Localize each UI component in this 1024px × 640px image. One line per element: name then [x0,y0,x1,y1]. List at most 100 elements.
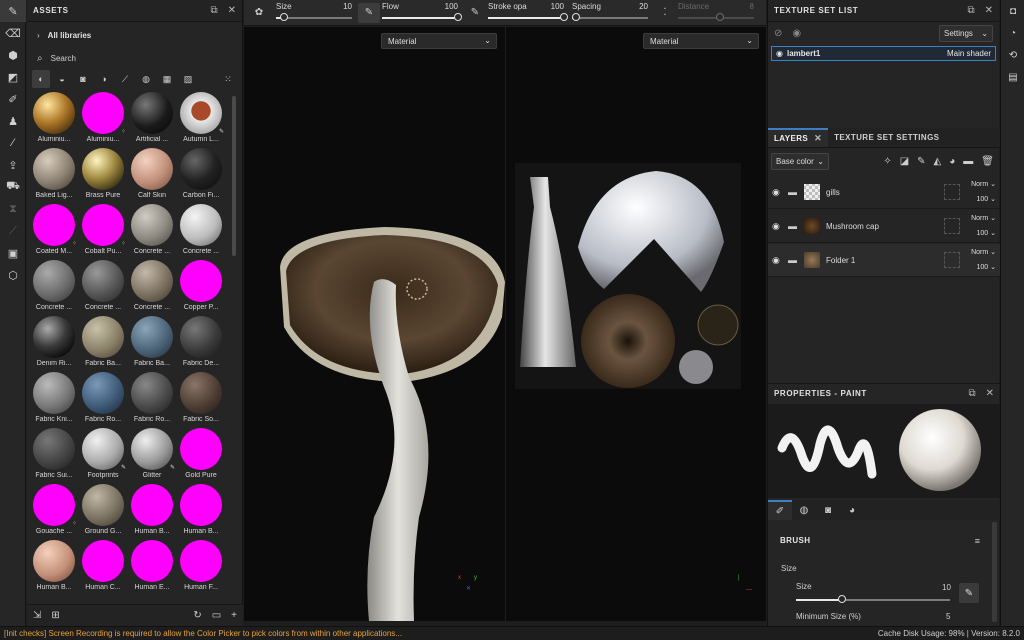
material-tab-icon[interactable]: ◕ [840,500,864,520]
asset-thumbnail[interactable]: Human E... [128,540,176,596]
layer-row[interactable]: ◉ ▬ Mushroom cap Norm ⌄ 100 ⌄ [768,210,1000,243]
asset-thumbnail[interactable]: Human B... [128,484,176,540]
asset-thumbnail[interactable]: Gold Pure [177,428,225,484]
asset-thumbnail[interactable]: Copper P... [177,260,225,316]
smart-material-filter-icon[interactable]: ◒ [53,70,71,88]
lazy-mouse-icon[interactable]: ⁚ [654,7,676,18]
asset-thumbnail[interactable]: Concrete ... [128,260,176,316]
asset-thumbnail[interactable]: Calf Skin [128,148,176,204]
texture-set-settings-select[interactable]: Settings ⌄ [939,24,993,42]
blend-mode-value[interactable]: Norm [971,181,988,188]
asset-thumbnail[interactable]: Aluminiu... [30,92,78,148]
opacity-value[interactable]: 100 [977,230,989,237]
color-picker-tool-icon[interactable]: ⁄ [0,132,26,154]
brush-tab-icon[interactable]: ✐ [768,500,792,520]
asset-thumbnail[interactable]: Fabric Ba... [128,316,176,372]
brush-filter-icon[interactable]: ⟋ [116,70,134,88]
shader-icon[interactable]: ⬡ [0,264,26,286]
log-icon[interactable]: ▤ [1001,66,1024,88]
material-filter-icon[interactable]: ◐ [32,70,50,88]
properties-scrollbar[interactable] [992,522,997,622]
clone-stamp-tool-icon[interactable]: ♟ [0,110,26,132]
display-settings-icon[interactable]: ◘ [1001,0,1024,22]
polygon-fill-tool-icon[interactable]: ◩ [0,66,26,88]
asset-thumbnail[interactable]: ⁘ Gouache ... [30,484,78,540]
add-paint-layer-icon[interactable]: ✎ [917,156,925,167]
pen-pressure-icon[interactable]: ✎ [959,583,979,603]
folder-icon[interactable]: ▭ [212,610,221,621]
add-icon[interactable]: + [231,610,237,621]
import-icon[interactable]: ⇲ [33,610,41,621]
tab-layers[interactable]: LAYERS ✕ [768,128,829,147]
size-value[interactable]: 10 [343,2,352,11]
layer-name[interactable]: Mushroom cap [826,222,944,231]
stroke-opacity-slider[interactable]: Stroke opa 100 [486,0,568,26]
asset-thumbnail[interactable]: Carbon Fi... [177,148,225,204]
asset-thumbnail[interactable]: Human F... [177,540,225,596]
layer-row[interactable]: ◉ ▬ gills Norm ⌄ 100 ⌄ [768,176,1000,209]
refresh-icon[interactable]: ↻ [193,610,201,621]
asset-thumbnail[interactable]: Artificial ... [128,92,176,148]
blend-mode-value[interactable]: Norm [971,215,988,222]
grid-view-icon[interactable]: ⁙ [219,70,237,88]
asset-thumbnail[interactable]: Ground G... [79,484,127,540]
alpha-filter-icon[interactable]: ◍ [137,70,155,88]
asset-thumbnail[interactable]: Concrete ... [79,260,127,316]
stroke-opacity-value[interactable]: 100 [551,2,564,11]
viewport-3d-mode-select[interactable]: Material ⌄ [381,33,497,49]
asset-thumbnail[interactable]: Fabric Kni... [30,372,78,428]
bake-icon[interactable]: ⛟ [0,176,26,198]
history-icon[interactable]: ⟲ [1001,44,1024,66]
grid-filter-icon[interactable]: ▦ [158,70,176,88]
eraser-tool-icon[interactable]: ⌫ [0,22,26,44]
assets-search[interactable]: ⌕ Search [27,48,242,68]
layer-name[interactable]: Folder 1 [826,256,944,265]
asset-thumbnail[interactable]: Fabric De... [177,316,225,372]
size-slider[interactable]: Size 10 [274,0,354,26]
brush-size-slider[interactable] [796,595,950,603]
paint-brush-tool-icon[interactable]: ✎ [0,0,26,22]
spacing-value[interactable]: 20 [639,2,648,11]
brush-size-value[interactable]: 10 [942,583,951,592]
layer-blend[interactable]: Norm ⌄ 100 ⌄ [964,177,1000,207]
eye-icon[interactable]: ◉ [772,187,788,198]
new-library-icon[interactable]: ⊞ [51,610,59,621]
close-icon[interactable]: ✕ [985,5,993,16]
viewport-2d-mode-select[interactable]: Material ⌄ [643,33,759,49]
add-mask-icon[interactable]: ◪ [900,156,909,167]
layer-mask-slot[interactable] [944,252,960,268]
shader-settings-icon[interactable]: ◔ [1001,22,1024,44]
search-input[interactable]: Search [51,54,76,63]
viewport-3d[interactable]: Material ⌄ x y ✕ [244,27,505,621]
layer-row[interactable]: ◉ ▬ Folder 1 Norm ⌄ 100 ⌄ [768,244,1000,277]
asset-thumbnail[interactable]: Fabric So... [177,372,225,428]
asset-thumbnail[interactable]: ⁘ Aluminiu... [79,92,127,148]
export-icon[interactable]: ⇪ [0,154,26,176]
undock-icon[interactable]: ⧉ [967,5,974,16]
library-selector[interactable]: › All libraries [27,22,242,48]
asset-thumbnail[interactable]: ✎ Glitter [128,428,176,484]
asset-thumbnail[interactable]: Concrete ... [128,204,176,260]
alpha-tab-icon[interactable]: ◍ [792,500,816,520]
eye-icon[interactable]: ◉ [776,49,783,58]
asset-thumbnail[interactable]: Baked Lig... [30,148,78,204]
environment-filter-icon[interactable]: ▨ [179,70,197,88]
undock-icon[interactable]: ⧉ [210,5,217,16]
smudge-tool-icon[interactable]: ✐ [0,88,26,110]
layer-name[interactable]: gills [826,188,944,197]
viewport-2d[interactable]: Material ⌄ | — [506,27,766,621]
brush-shape-icon[interactable]: ✿ [244,7,274,18]
flow-slider[interactable]: Flow 100 [380,0,462,26]
asset-thumbnail[interactable]: Concrete ... [177,204,225,260]
delete-layer-icon[interactable]: 🗑 [981,156,994,167]
asset-thumbnail[interactable]: Fabric Ro... [128,372,176,428]
asset-thumbnail[interactable]: Concrete ... [30,260,78,316]
minimum-size-value[interactable]: 5 [946,612,950,621]
tab-texture-set-settings[interactable]: TEXTURE SET SETTINGS [828,128,945,147]
add-effect-icon[interactable]: ✧ [883,156,891,167]
asset-thumbnail[interactable]: Fabric Sui... [30,428,78,484]
close-icon[interactable]: ✕ [228,5,236,16]
add-folder-icon[interactable]: ▬ [963,156,973,167]
asset-thumbnail[interactable]: Brass Pure [79,148,127,204]
projection-tool-icon[interactable]: ⬢ [0,44,26,66]
